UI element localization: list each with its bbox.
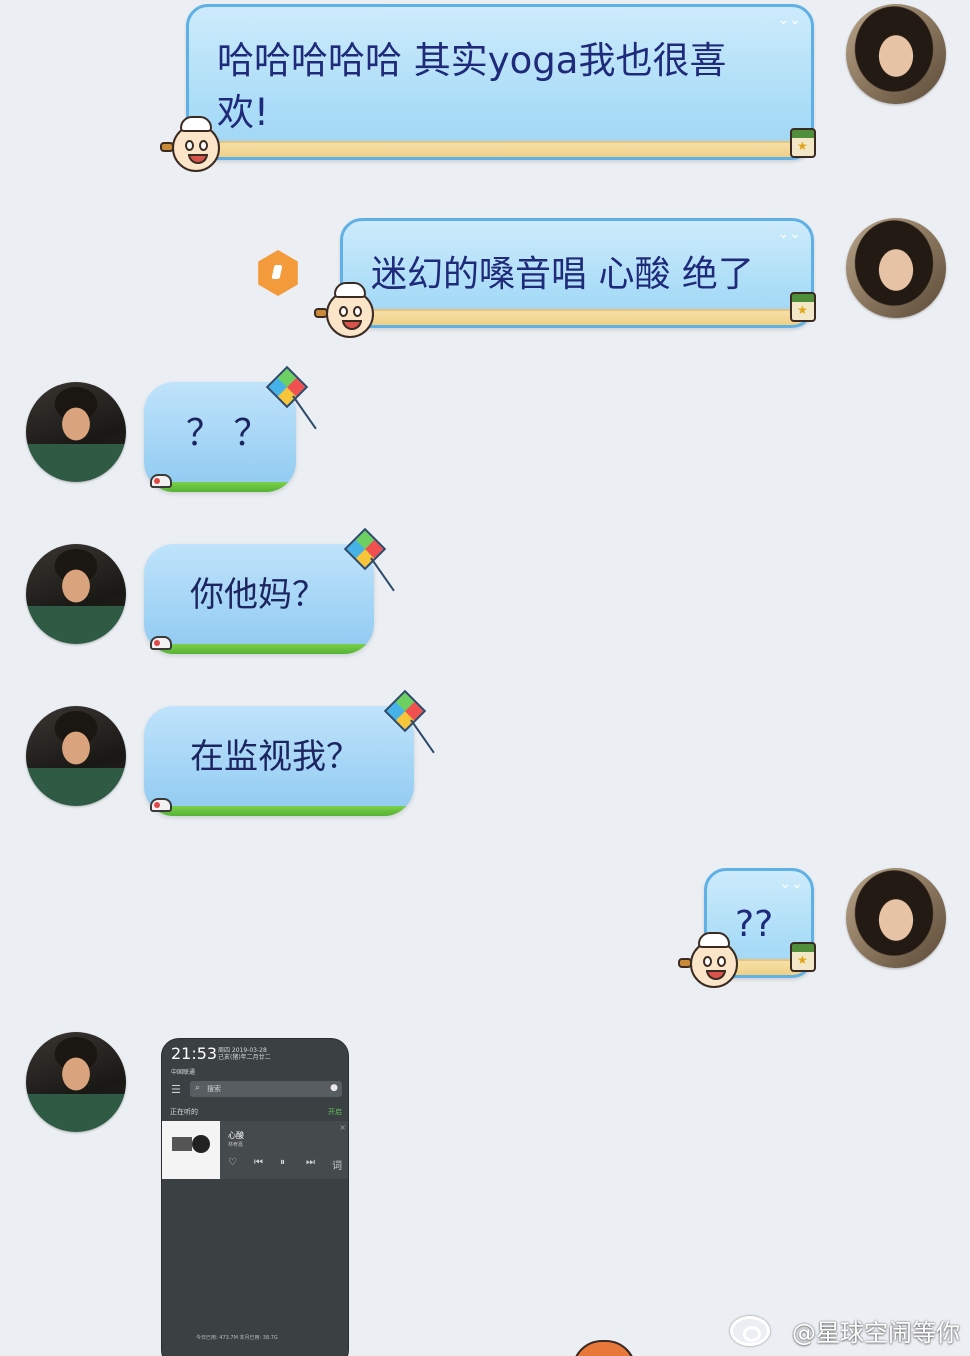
contact-avatar-her[interactable] — [846, 218, 946, 318]
contact-avatar-him[interactable] — [26, 544, 126, 644]
watermark: @星球空闹等你 — [792, 1319, 960, 1347]
song-artist: 林宥嘉 — [228, 1142, 244, 1148]
bubble-grass-decoration — [144, 644, 374, 654]
sailor-mascot-icon — [160, 116, 220, 172]
message-text: ?? — [735, 904, 774, 945]
phone-lunar-date: 己亥(猪)年二月廿二 — [218, 1054, 271, 1061]
spinach-can-icon: ★ — [790, 942, 816, 972]
previous-icon: ⏮ — [254, 1157, 263, 1168]
message-bubble-outgoing[interactable]: ⌄⌄ 迷幻的嗓音唱 心酸 绝了 — [340, 218, 814, 328]
close-icon: × — [339, 1123, 346, 1132]
now-playing-label: 正在听的 — [170, 1108, 198, 1116]
next-icon: ⏭ — [306, 1157, 315, 1168]
search-placeholder: 搜索 — [207, 1085, 221, 1093]
sailor-mascot-icon — [678, 932, 738, 988]
spinach-can-icon: ★ — [790, 128, 816, 158]
sailor-mascot-icon — [314, 282, 374, 338]
contact-avatar-him[interactable] — [26, 706, 126, 806]
music-player-card: 心酸 林宥嘉 × ♡ ⏮ ⏸ ⏭ 词 — [162, 1121, 348, 1179]
bubble-sand-decoration — [343, 309, 811, 325]
heart-icon: ♡ — [228, 1157, 237, 1168]
bubble-grass-decoration — [144, 806, 414, 816]
contact-avatar-him[interactable] — [26, 382, 126, 482]
message-text: 迷幻的嗓音唱 心酸 绝了 — [371, 254, 754, 295]
spinach-can-icon: ★ — [790, 292, 816, 322]
pause-icon: ⏸ — [280, 1157, 285, 1168]
phone-carrier: 中国联通 — [171, 1069, 196, 1076]
message-bubble-incoming[interactable]: 在监视我？ — [144, 706, 414, 816]
phone-clock: 21:53 — [171, 1044, 218, 1063]
shoe-icon — [150, 474, 172, 488]
search-icon: ⌕ — [195, 1083, 201, 1093]
seagull-icon: ⌄⌄ — [777, 226, 801, 242]
message-bubble-outgoing[interactable]: ⌄⌄ 哈哈哈哈哈 其实yoga我也很喜 欢! — [186, 4, 814, 160]
song-title: 心酸 — [228, 1131, 244, 1140]
menu-icon: ☰ — [171, 1083, 181, 1096]
contact-avatar-her[interactable] — [846, 868, 946, 968]
message-text: 你他妈？ — [190, 575, 326, 615]
microphone-icon: ● — [330, 1083, 338, 1093]
bubble-sand-decoration — [189, 141, 811, 157]
hexagon-status-icon[interactable] — [258, 250, 298, 296]
image-message-phone-screenshot[interactable]: 21:53 周四 2019-03-28 己亥(猪)年二月廿二 中国联通 ☰ ⌕ … — [161, 1038, 349, 1356]
seagull-icon: ⌄⌄ — [779, 876, 803, 892]
message-text: ？ ？ — [186, 413, 270, 454]
album-art — [162, 1121, 220, 1179]
message-text: 哈哈哈哈哈 其实yoga我也很喜 欢! — [217, 39, 727, 134]
lyrics-button: 词 — [332, 1161, 342, 1172]
partial-sticker-icon — [572, 1340, 636, 1356]
shoe-icon — [150, 636, 172, 650]
message-text: 在监视我？ — [190, 737, 360, 777]
data-usage-footer: 今日已用: 473.7M 本月已用: 38.7G — [196, 1335, 278, 1341]
phone-search-bar: ⌕ 搜索 ● — [190, 1081, 342, 1097]
message-bubble-incoming[interactable]: 你他妈？ — [144, 544, 374, 654]
seagull-icon: ⌄⌄ — [777, 12, 801, 28]
weibo-logo-icon — [730, 1316, 770, 1346]
contact-avatar-her[interactable] — [846, 4, 946, 104]
contact-avatar-him[interactable] — [26, 1032, 126, 1132]
shoe-icon — [150, 798, 172, 812]
now-playing-action: 开启 — [328, 1108, 342, 1116]
